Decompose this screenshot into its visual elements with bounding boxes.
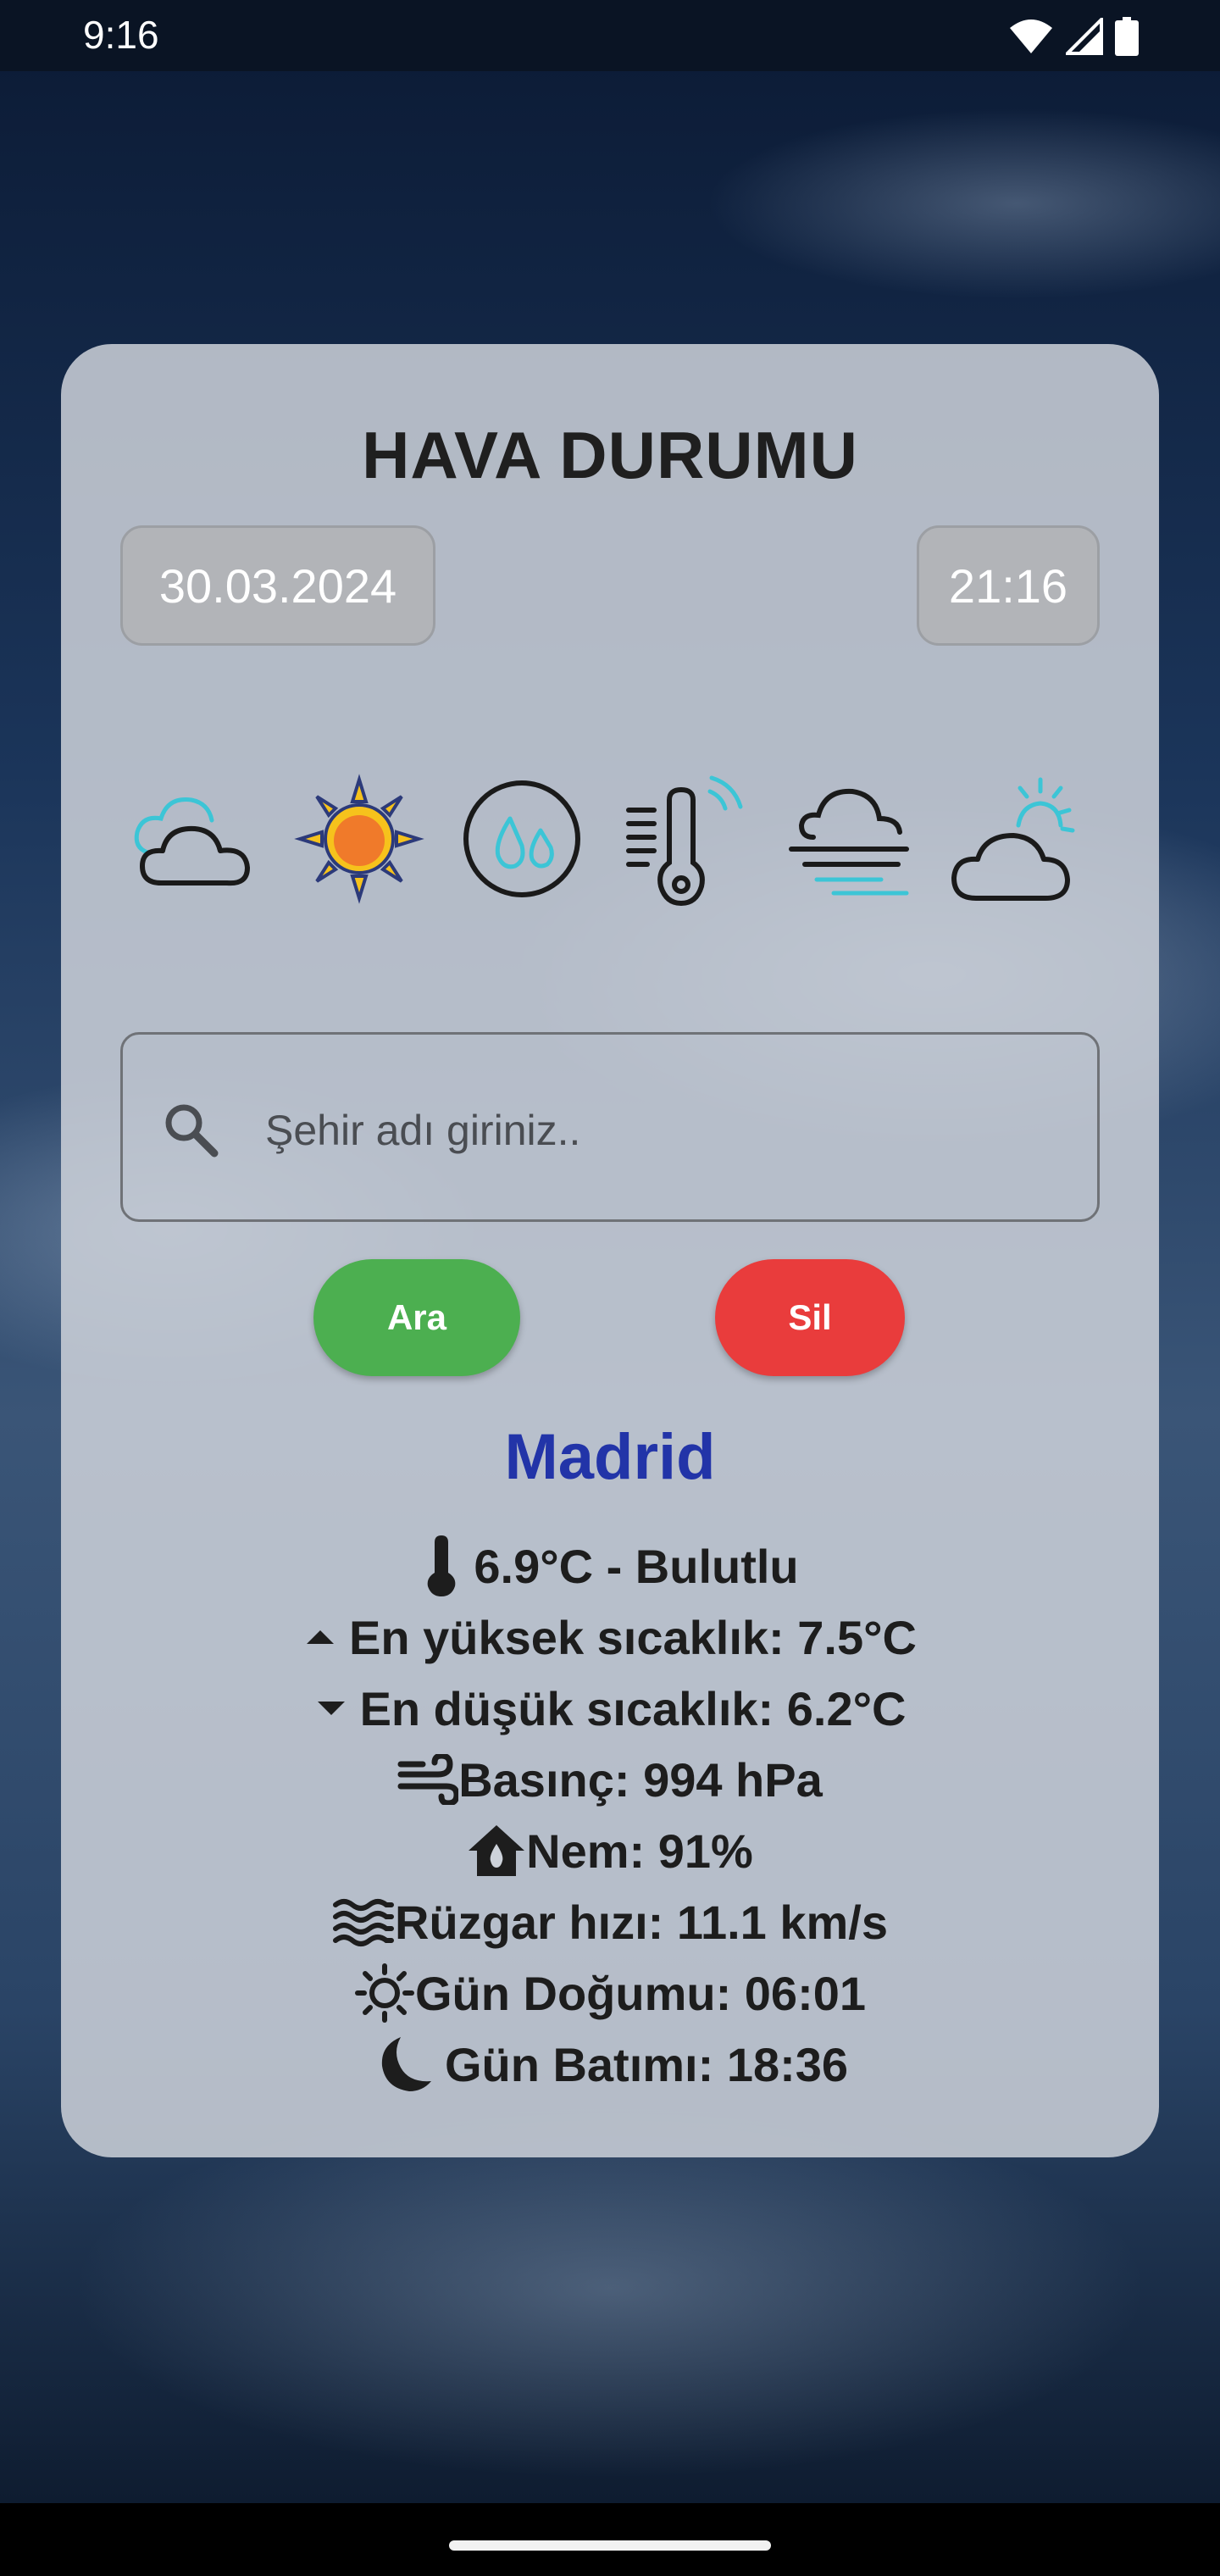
waves-icon xyxy=(333,1899,394,1946)
home-humidity-icon xyxy=(469,1825,525,1876)
navigation-bar xyxy=(0,2503,1220,2576)
arrow-down-icon xyxy=(317,1702,345,1715)
search-icon xyxy=(165,1104,219,1158)
wifi-icon xyxy=(1010,19,1052,53)
pressure-text: Basınç: 994 hPa xyxy=(458,1752,823,1807)
arrow-up-icon xyxy=(307,1630,335,1644)
pressure-row: Basınç: 994 hPa xyxy=(61,1746,1159,1813)
clear-button[interactable]: Sil xyxy=(715,1259,905,1376)
thermometer-small-icon xyxy=(428,1535,456,1596)
date-chip: 30.03.2024 xyxy=(120,525,435,646)
partly-cloudy-icon xyxy=(951,777,1075,901)
wind-text: Rüzgar hızı: 11.1 km/s xyxy=(395,1895,888,1949)
sunset-row: Gün Batımı: 18:36 xyxy=(61,2030,1159,2098)
cellular-signal-icon xyxy=(1066,18,1103,55)
wind-row: Rüzgar hızı: 11.1 km/s xyxy=(61,1888,1159,1956)
sunrise-row: Gün Doğumu: 06:01 xyxy=(61,1959,1159,2027)
page-title: HAVA DURUMU xyxy=(362,418,858,492)
sunrise-icon xyxy=(354,1963,414,2023)
status-bar: 9:16 xyxy=(0,0,1220,71)
search-box[interactable] xyxy=(120,1032,1100,1222)
humidity-row: Nem: 91% xyxy=(61,1817,1159,1885)
battery-icon xyxy=(1115,17,1139,56)
min-temp-text: En düşük sıcaklık: 6.2°C xyxy=(359,1681,907,1735)
humidity-drops-icon xyxy=(463,780,580,897)
status-time: 9:16 xyxy=(83,13,159,57)
fog-icon xyxy=(789,788,909,896)
search-button[interactable]: Ara xyxy=(313,1259,520,1376)
cloud-icon xyxy=(134,797,250,886)
wind-air-icon xyxy=(397,1754,459,1805)
min-temp-row: En düşük sıcaklık: 6.2°C xyxy=(61,1674,1159,1742)
thermometer-icon xyxy=(626,775,743,907)
sunrise-text: Gün Doğumu: 06:01 xyxy=(414,1966,867,2020)
temperature-text: 6.9°C - Bulutlu xyxy=(474,1539,799,1593)
time-chip: 21:16 xyxy=(917,525,1100,646)
city-name: Madrid xyxy=(504,1421,716,1493)
weather-icons-row xyxy=(129,771,1112,907)
weather-card: HAVA DURUMU 30.03.2024 21:16 Şehir adı g… xyxy=(61,344,1159,2157)
sunset-text: Gün Batımı: 18:36 xyxy=(444,2037,849,2091)
home-gesture-handle[interactable] xyxy=(449,2540,771,2551)
humidity-text: Nem: 91% xyxy=(526,1824,753,1878)
max-temp-text: En yüksek sıcaklık: 7.5°C xyxy=(349,1610,917,1664)
moon-icon xyxy=(381,2037,431,2091)
status-icons xyxy=(1008,17,1139,56)
temperature-row: 6.9°C - Bulutlu xyxy=(61,1532,1159,1600)
max-temp-row: En yüksek sıcaklık: 7.5°C xyxy=(61,1603,1159,1671)
sun-icon xyxy=(294,774,424,904)
city-search-input[interactable] xyxy=(263,1085,1063,1175)
